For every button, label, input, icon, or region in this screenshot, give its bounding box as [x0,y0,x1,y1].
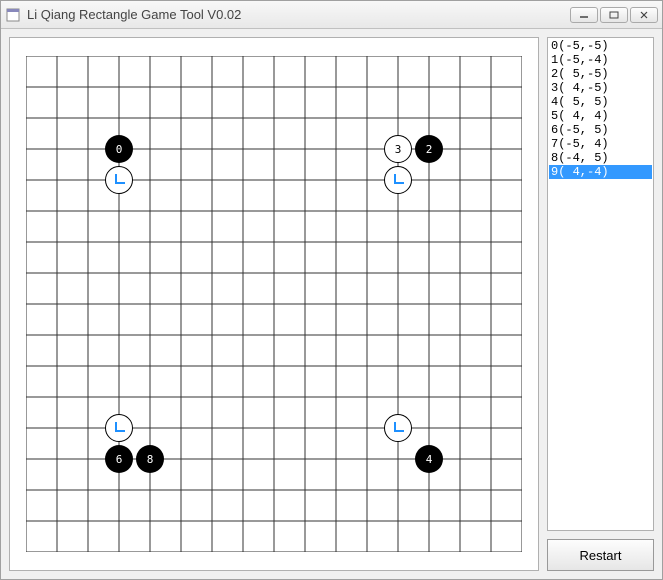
move-list-item[interactable]: 4( 5, 5) [549,95,652,109]
stone-label: 3 [395,143,402,156]
move-list-item[interactable]: 5( 4, 4) [549,109,652,123]
move-list-item[interactable]: 6(-5, 5) [549,123,652,137]
stone-white[interactable] [105,166,133,194]
stone-white[interactable]: 3 [384,135,412,163]
close-button[interactable] [630,7,658,23]
stone-black[interactable]: 0 [105,135,133,163]
move-list-item[interactable]: 9( 4,-4) [549,165,652,179]
restart-button[interactable]: Restart [547,539,654,571]
app-window: Li Qiang Rectangle Game Tool V0.02 02346… [0,0,663,580]
app-icon [5,7,21,23]
stone-white[interactable] [105,414,133,442]
white-stone-mark [394,422,404,432]
stone-black[interactable]: 6 [105,445,133,473]
stone-black[interactable]: 2 [415,135,443,163]
move-list-item[interactable]: 3( 4,-5) [549,81,652,95]
game-board[interactable]: 0 23 4 68 [26,56,522,552]
white-stone-mark [394,174,404,184]
move-list-item[interactable]: 8(-4, 5) [549,151,652,165]
titlebar[interactable]: Li Qiang Rectangle Game Tool V0.02 [1,1,662,29]
maximize-button[interactable] [600,7,628,23]
stone-black[interactable]: 4 [415,445,443,473]
move-list-item[interactable]: 2( 5,-5) [549,67,652,81]
move-list-item[interactable]: 0(-5,-5) [549,39,652,53]
white-stone-mark [115,174,125,184]
window-title: Li Qiang Rectangle Game Tool V0.02 [27,7,570,22]
white-stone-mark [115,422,125,432]
move-list[interactable]: 0(-5,-5)1(-5,-4)2( 5,-5)3( 4,-5)4( 5, 5)… [547,37,654,531]
stone-white[interactable] [384,414,412,442]
stone-white[interactable] [384,166,412,194]
side-panel: 0(-5,-5)1(-5,-4)2( 5,-5)3( 4,-5)4( 5, 5)… [547,37,654,571]
minimize-button[interactable] [570,7,598,23]
move-list-item[interactable]: 7(-5, 4) [549,137,652,151]
board-container: 0 23 4 68 [9,37,539,571]
client-area: 0 23 4 68 0(-5,-5)1(-5,-4)2( 5,-5)3( 4,-5)4… [1,29,662,579]
window-controls [570,7,658,23]
move-list-item[interactable]: 1(-5,-4) [549,53,652,67]
stone-black[interactable]: 8 [136,445,164,473]
